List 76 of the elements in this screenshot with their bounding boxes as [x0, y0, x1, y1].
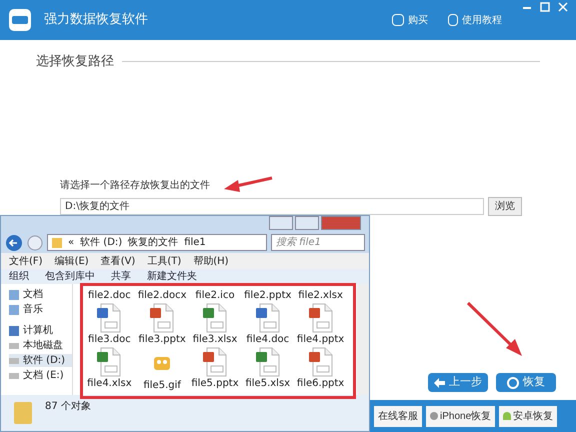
document-file-icon [149, 303, 176, 333]
header-link[interactable]: 购买 [392, 12, 428, 28]
bottom-bar-button[interactable]: 在线客服 [374, 406, 422, 426]
file-name[interactable]: file2.xlsx [298, 289, 343, 303]
maximize-button[interactable] [295, 216, 319, 230]
window-title: 强力数据恢复软件 [44, 11, 148, 30]
breadcrumb-item[interactable]: « [68, 235, 74, 250]
file-name[interactable]: file6.pptx [296, 377, 344, 391]
search-field[interactable]: 搜索 file1 [271, 234, 365, 251]
document-file-icon [308, 303, 334, 333]
status-text: 87 个对象 [45, 400, 91, 414]
back-button[interactable]: 上一步 [428, 373, 488, 392]
menu-item[interactable]: 编辑(E) [54, 254, 89, 268]
browse-button[interactable]: 浏览 [488, 196, 522, 216]
file-name[interactable]: file2.docx [138, 289, 187, 303]
maximize-icon[interactable] [540, 2, 550, 12]
file-name[interactable]: file4.xlsx [87, 377, 132, 391]
document-file-icon [254, 347, 281, 377]
refresh-icon [507, 376, 519, 388]
close-icon[interactable] [558, 2, 568, 12]
folder-icon [52, 238, 62, 248]
section-title: 选择恢复路径 [36, 53, 114, 71]
header-link[interactable]: 使用教程 [448, 12, 502, 28]
nav-item[interactable]: 本地磁盘 [9, 339, 72, 352]
file-name[interactable]: file3.xlsx [192, 333, 238, 347]
document-file-icon [96, 347, 122, 377]
bottom-bar-button[interactable]: iPhone恢复 [426, 406, 496, 426]
annotation-arrow [466, 302, 522, 356]
document-file-icon [308, 347, 334, 377]
bottom-bar-button[interactable]: 安卓恢复 [499, 406, 558, 426]
folder-icon [13, 400, 33, 426]
toolbar-button[interactable]: 共享 [111, 269, 131, 284]
file-name[interactable]: file3.pptx [138, 333, 186, 347]
scrollbar[interactable] [357, 284, 369, 395]
nav-item[interactable]: 计算机 [9, 324, 72, 337]
menu-item[interactable]: 文件(F) [9, 254, 43, 268]
forward-icon[interactable] [27, 234, 43, 250]
breadcrumb-item[interactable]: file1 [184, 235, 206, 250]
address-bar[interactable]: « 软件 (D:) 恢复的文件 file1 [47, 234, 267, 251]
document-file-icon [254, 303, 281, 333]
computer-icon [9, 326, 19, 336]
file-name[interactable]: file5.pptx [191, 377, 239, 391]
file-name[interactable]: file5.gif [143, 379, 181, 393]
file-name[interactable]: file4.pptx [296, 333, 344, 347]
nav-item[interactable]: 文档 (E:) [9, 369, 72, 382]
file-name[interactable]: file3.doc [88, 333, 131, 347]
nav-item[interactable]: 音乐 [9, 303, 72, 316]
minimize-button[interactable] [269, 216, 293, 230]
annotation-arrow [224, 176, 272, 192]
toolbar-button[interactable]: 组织 [9, 269, 29, 284]
file-name[interactable]: file2.ico [195, 289, 235, 303]
file-name[interactable]: file5.xlsx [245, 377, 290, 391]
apple-icon [430, 412, 438, 420]
file-name[interactable]: file2.doc [88, 289, 131, 303]
nav-item[interactable]: 软件 (D:) [9, 354, 72, 367]
android-icon [503, 412, 512, 420]
image-file-icon [153, 354, 172, 372]
document-file-icon [202, 347, 228, 377]
path-label: 请选择一个路径存放恢复出的文件 [60, 178, 210, 192]
document-file-icon [96, 303, 122, 333]
back-icon[interactable] [5, 234, 23, 252]
menu-item[interactable]: 工具(T) [147, 254, 182, 268]
path-field[interactable]: D:\恢复的文件 [60, 198, 484, 214]
breadcrumb-item[interactable]: 软件 (D:) [80, 235, 122, 250]
app-logo-icon [8, 8, 32, 32]
toolbar-button[interactable]: 新建文件夹 [147, 269, 197, 284]
nav-item[interactable]: 文档 [9, 288, 72, 301]
toolbar-button[interactable]: 包含到库中 [45, 269, 95, 284]
file-name[interactable]: file2.pptx [244, 289, 292, 303]
menu-item[interactable]: 帮助(H) [193, 254, 229, 268]
document-file-icon [202, 303, 228, 333]
back-arrow-icon [434, 378, 445, 388]
recover-button[interactable]: 恢复 [496, 373, 556, 392]
file-name[interactable]: file4.doc [246, 333, 290, 347]
breadcrumb-item[interactable]: 恢复的文件 [128, 235, 178, 250]
menu-item[interactable]: 查看(V) [100, 254, 136, 268]
